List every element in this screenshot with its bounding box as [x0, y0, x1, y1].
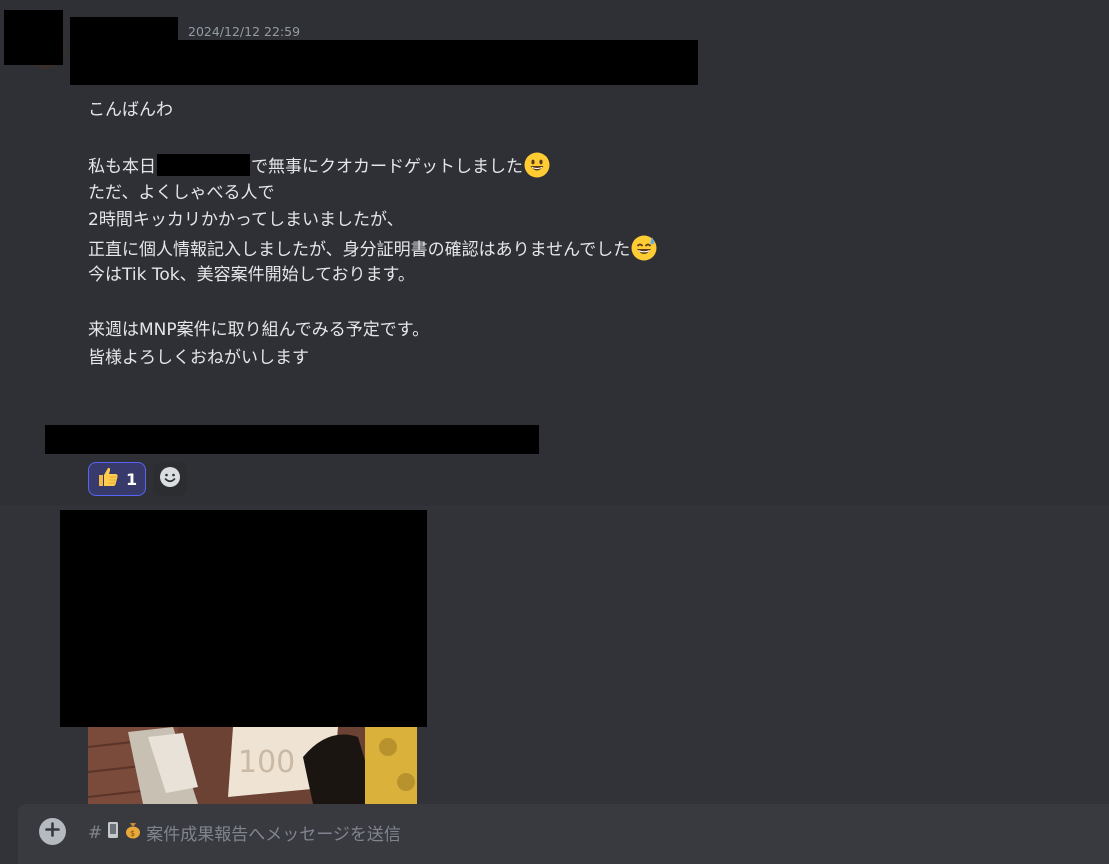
- grinning-face-emoji-icon: [524, 152, 550, 178]
- attachment-photo[interactable]: 100: [88, 727, 417, 804]
- message-line: 皆様よろしくおねがいします: [88, 347, 309, 368]
- channel-hash: #: [88, 822, 103, 843]
- message-line: 来週はMNP案件に取り組んでみる予定です。: [88, 320, 430, 340]
- redacted-username: [70, 17, 178, 41]
- message-text: 私も本日: [88, 157, 156, 177]
- message-line: 正直に個人情報記入しましたが、身分証明書の確認はありませんでした: [88, 235, 788, 263]
- redacted-inline-text: [157, 154, 250, 176]
- redacted-avatar: [4, 10, 63, 65]
- thumbs-up-icon: [96, 465, 120, 493]
- message-input[interactable]: # $ 案件成果報告へメッセージを送信: [88, 820, 401, 845]
- reaction-thumbs-up[interactable]: 1: [88, 462, 147, 496]
- smiley-plus-icon: [159, 466, 181, 492]
- reactions-bar: 1: [88, 462, 188, 496]
- message-text: 正直に個人情報記入しましたが、身分証明書の確認はありませんでした: [88, 239, 631, 260]
- message-line: ただ、よくしゃべる人で: [88, 182, 275, 203]
- message-line-blank: [88, 290, 788, 318]
- upload-plus-button[interactable]: [39, 818, 66, 845]
- svg-text:$: $: [130, 829, 135, 838]
- plus-icon: [45, 822, 60, 841]
- redacted-text-line: [45, 425, 539, 454]
- message-line: 私も本日 で無事にクオカードゲットしました: [88, 152, 788, 180]
- phone-icon: [106, 821, 120, 844]
- message-input-placeholder: 案件成果報告へメッセージを送信: [146, 825, 401, 845]
- sweat-smile-emoji-icon: [631, 235, 657, 261]
- message-text: で無事にクオカードゲットしました: [251, 157, 523, 177]
- message-line: こんばんわ: [88, 100, 173, 120]
- message-timestamp[interactable]: 2024/12/12 22:59: [188, 24, 300, 39]
- message-content: こんばんわ 私も本日 で無事にクオカードゲットしました ただ、よくしゃべる人で 2…: [88, 97, 788, 372]
- message-line: 2時間キッカリかかってしまいましたが、: [88, 210, 404, 230]
- redacted-header-text: [70, 40, 698, 85]
- svg-text:100: 100: [238, 745, 295, 780]
- add-reaction-button[interactable]: [153, 462, 188, 496]
- message-composer[interactable]: # $ 案件成果報告へメッセージを送信: [18, 804, 1109, 864]
- message-line: 今はTik Tok、美容案件開始しております。: [88, 265, 415, 285]
- message-line-blank: [88, 125, 788, 153]
- redacted-attachment: [60, 510, 427, 727]
- reaction-count: 1: [126, 469, 138, 489]
- money-bag-icon: $: [124, 821, 142, 844]
